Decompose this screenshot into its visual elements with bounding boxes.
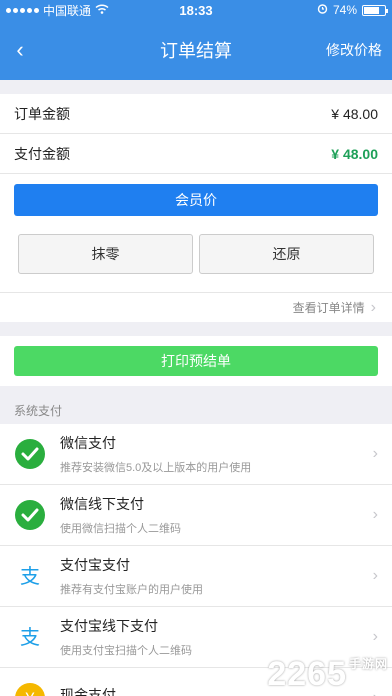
payment-desc: 推荐有支付宝账户的用户使用 (60, 584, 203, 596)
order-amount-label: 订单金额 (14, 105, 70, 122)
wifi-icon (95, 3, 109, 17)
payment-item[interactable]: 支支付宝支付 推荐有支付宝账户的用户使用 › (0, 546, 392, 607)
battery-level (364, 6, 379, 14)
svg-text:支: 支 (20, 625, 40, 649)
status-right: 74% (246, 3, 388, 17)
payment-name: 微信支付 (60, 435, 116, 451)
svg-text:¥: ¥ (25, 689, 35, 696)
watermark-main: 2265 (267, 655, 347, 693)
modify-price-button[interactable]: 修改价格 (326, 40, 382, 60)
pay-amount-row: 支付金额 ¥ 48.00 (0, 134, 392, 174)
wechat-icon (14, 499, 46, 531)
payment-name: 支付宝线下支付 (60, 618, 158, 634)
status-time: 18:33 (179, 2, 213, 18)
payment-desc: 使用微信扫描个人二维码 (60, 523, 181, 535)
watermark-logo: 2265 手游网 (267, 655, 388, 694)
order-amount-row: 订单金额 ¥ 48.00 (0, 94, 392, 134)
battery-percent: 74% (332, 3, 357, 17)
round-off-button[interactable]: 抹零 (18, 234, 193, 274)
print-prebill-button[interactable]: 打印预结单 (14, 346, 378, 376)
cash-icon: ¥ (14, 682, 46, 696)
wechat-icon (14, 438, 46, 470)
order-amount-value: ¥ 48.00 (331, 105, 378, 122)
member-price-button[interactable]: 会员价 (14, 184, 378, 216)
payment-text: 微信支付推荐安装微信5.0及以上版本的用户使用 (60, 433, 373, 475)
status-bar: 中国联通 18:33 74% (0, 0, 392, 20)
svg-text:支: 支 (20, 564, 40, 588)
print-section: 打印预结单 (0, 336, 392, 386)
chevron-right-icon: › (372, 567, 378, 584)
payment-item[interactable]: 微信线下支付 使用微信扫描个人二维码 › (0, 485, 392, 546)
chevron-right-icon: › (372, 628, 378, 645)
alarm-icon (317, 3, 328, 17)
chevron-right-icon: › (370, 298, 376, 316)
nav-bar: ‹ 订单结算 修改价格 (0, 20, 392, 80)
watermark-sub: 手游网 (348, 657, 388, 671)
restore-button[interactable]: 还原 (199, 234, 374, 274)
section-label: 系统支付 (14, 404, 63, 418)
back-button[interactable]: ‹ (0, 20, 40, 80)
alipay-icon: 支 (14, 621, 46, 653)
chevron-right-icon: › (372, 445, 378, 462)
chevron-right-icon: › (372, 506, 378, 523)
discount-button-group: 抹零 还原 (18, 234, 374, 274)
payment-name: 微信线下支付 (60, 496, 144, 512)
payment-name: 支付宝支付 (60, 557, 130, 573)
signal-icon (6, 7, 39, 13)
payment-text: 支付宝支付推荐有支付宝账户的用户使用 (60, 555, 373, 597)
payment-item[interactable]: 微信支付 推荐安装微信5.0及以上版本的用户使用 › (0, 424, 392, 485)
view-order-details-link[interactable]: 查看订单详情 › (0, 292, 392, 322)
alipay-icon: 支 (14, 560, 46, 592)
payment-text: 微信线下支付使用微信扫描个人二维码 (60, 494, 373, 536)
chevron-left-icon: ‹ (16, 37, 24, 62)
carrier-label: 中国联通 (43, 3, 92, 18)
payment-desc: 推荐安装微信5.0及以上版本的用户使用 (60, 462, 252, 474)
battery-icon (362, 4, 388, 16)
payment-text: 支付宝线下支付 使用支付宝扫描个人二维码 (60, 616, 373, 658)
settlement-card: 订单金额 ¥ 48.00 支付金额 ¥ 48.00 会员价 抹零 还原 查看订单… (0, 94, 392, 322)
view-order-details-label: 查看订单详情 (292, 301, 365, 315)
pay-amount-label: 支付金额 (14, 145, 70, 162)
status-left: 中国联通 (6, 2, 146, 19)
pay-amount-value: ¥ 48.00 (331, 145, 378, 162)
